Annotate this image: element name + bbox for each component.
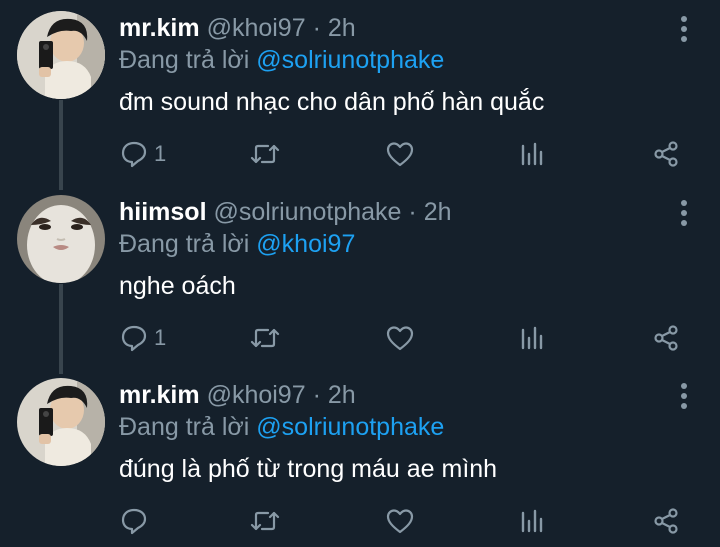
reply-mention-link[interactable]: @khoi97 <box>256 230 355 258</box>
tweet-header: mr.kim @khoi97 · 2h <box>119 12 356 44</box>
reply-mention-link[interactable]: @solriunotphake <box>256 46 444 74</box>
views-button[interactable] <box>520 503 546 539</box>
tweet-text: đúng là phố từ trong máu ae mình <box>119 455 498 483</box>
retweet-button[interactable] <box>250 320 280 356</box>
tweet[interactable]: mr.kim @khoi97 · 2h Đang trả lời @solriu… <box>0 0 720 180</box>
reply-context: Đang trả lời @khoi97 <box>119 228 355 260</box>
tweet[interactable]: hiimsol @solriunotphake · 2h Đang trả lờ… <box>0 184 720 364</box>
reply-button[interactable]: 1 <box>120 320 166 356</box>
views-icon <box>521 509 543 533</box>
reply-button[interactable]: 1 <box>120 136 166 172</box>
views-button[interactable] <box>520 320 546 356</box>
share-button[interactable] <box>652 136 680 172</box>
tweet-actions <box>0 503 720 539</box>
share-icon <box>654 141 678 167</box>
avatar[interactable] <box>17 195 105 283</box>
more-options-button[interactable] <box>672 14 696 44</box>
like-button[interactable] <box>386 503 414 539</box>
reply-prefix: Đang trả lời <box>119 230 250 258</box>
display-name[interactable]: mr.kim <box>119 381 200 409</box>
reply-icon <box>121 508 147 535</box>
face-mask-avatar-icon <box>17 195 105 283</box>
separator-dot: · <box>312 381 321 409</box>
tweet-text: nghe oách <box>119 272 236 300</box>
more-vertical-icon <box>681 16 687 42</box>
reply-button[interactable] <box>120 503 154 539</box>
retweet-button[interactable] <box>250 136 280 172</box>
like-icon <box>386 142 414 167</box>
share-button[interactable] <box>652 503 680 539</box>
reply-icon <box>121 325 147 352</box>
tweet-text: đm sound nhạc cho dân phố hàn quắc <box>119 88 545 116</box>
like-icon <box>386 326 414 351</box>
retweet-icon <box>250 328 280 348</box>
views-button[interactable] <box>520 136 546 172</box>
more-vertical-icon <box>681 383 687 409</box>
selfie-avatar-icon <box>17 378 105 466</box>
reply-count: 1 <box>154 141 167 166</box>
timestamp[interactable]: 2h <box>424 198 452 226</box>
share-button[interactable] <box>652 320 680 356</box>
separator-dot: · <box>312 14 321 42</box>
share-icon <box>654 508 678 534</box>
avatar[interactable] <box>17 11 105 99</box>
reply-count: 1 <box>154 325 167 350</box>
tweet[interactable]: mr.kim @khoi97 · 2h Đang trả lời @solriu… <box>0 367 720 547</box>
display-name[interactable]: hiimsol <box>119 198 207 226</box>
display-name[interactable]: mr.kim <box>119 14 200 42</box>
like-button[interactable] <box>386 320 414 356</box>
tweet-header: hiimsol @solriunotphake · 2h <box>119 196 452 228</box>
reply-prefix: Đang trả lời <box>119 413 250 441</box>
like-icon <box>386 509 414 534</box>
retweet-button[interactable] <box>250 503 280 539</box>
more-vertical-icon <box>681 200 687 226</box>
more-options-button[interactable] <box>672 198 696 228</box>
reply-context: Đang trả lời @solriunotphake <box>119 44 444 76</box>
like-button[interactable] <box>386 136 414 172</box>
username[interactable]: @khoi97 <box>207 14 306 42</box>
reply-prefix: Đang trả lời <box>119 46 250 74</box>
reply-mention-link[interactable]: @solriunotphake <box>256 413 444 441</box>
views-icon <box>521 326 543 350</box>
tweet-actions: 1 <box>0 136 720 172</box>
username[interactable]: @solriunotphake <box>213 198 401 226</box>
avatar[interactable] <box>17 378 105 466</box>
reply-icon <box>121 141 147 168</box>
tweet-header: mr.kim @khoi97 · 2h <box>119 379 356 411</box>
reply-context: Đang trả lời @solriunotphake <box>119 411 444 443</box>
tweet-actions: 1 <box>0 320 720 356</box>
timestamp[interactable]: 2h <box>328 381 356 409</box>
selfie-avatar-icon <box>17 11 105 99</box>
separator-dot: · <box>408 198 417 226</box>
retweet-icon <box>250 511 280 531</box>
timestamp[interactable]: 2h <box>328 14 356 42</box>
share-icon <box>654 325 678 351</box>
more-options-button[interactable] <box>672 381 696 411</box>
views-icon <box>521 142 543 166</box>
username[interactable]: @khoi97 <box>207 381 306 409</box>
retweet-icon <box>250 144 280 164</box>
